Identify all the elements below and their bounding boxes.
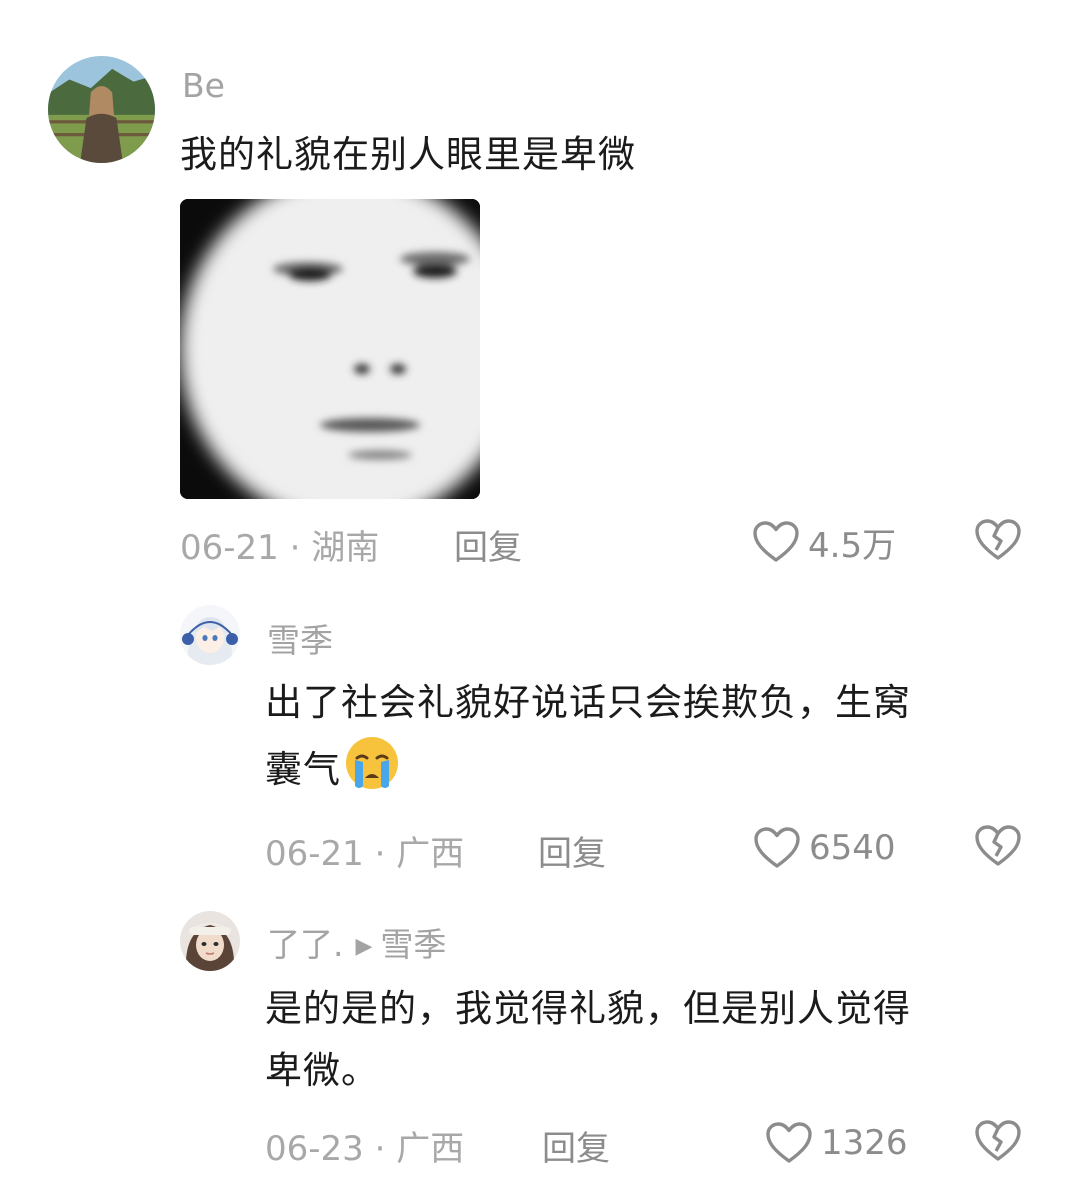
reply-to-username[interactable]: 雪季 [380, 925, 446, 964]
separator: · [278, 528, 312, 568]
dislike-button[interactable] [974, 1119, 1022, 1165]
comment-text-line: 是的是的，我觉得礼貌，但是别人觉得 [265, 987, 911, 1030]
separator: · [363, 834, 397, 874]
comment-text-line: 囊气 [265, 734, 911, 801]
like-button[interactable]: 6540 [753, 823, 896, 873]
comment-text-line: 卑微。 [265, 1049, 379, 1092]
avatar-photo [180, 911, 240, 971]
comment-date: 06-21 [265, 834, 364, 874]
broken-heart-icon [975, 1120, 1021, 1161]
like-count: 1326 [821, 1123, 908, 1163]
date-location: 06-21 · 湖南 [180, 520, 379, 569]
comment-text-line: 出了社会礼貌好说话只会挨欺负，生窝 [265, 681, 911, 724]
avatar[interactable] [180, 911, 240, 971]
comment-location: 广西 [396, 1129, 465, 1169]
date-location: 06-23 · 广西 [265, 1121, 464, 1170]
broken-heart-icon [975, 825, 1021, 866]
like-count: 4.5万 [808, 525, 897, 566]
like-button[interactable]: 1326 [765, 1118, 908, 1168]
crying-face-icon [346, 737, 398, 789]
username[interactable]: 了了. [267, 925, 344, 964]
heart-icon [766, 1122, 812, 1163]
crying-face-emoji [343, 734, 401, 792]
reply-to-arrow-icon: ▶ [355, 934, 373, 959]
username[interactable]: 雪季 [267, 614, 333, 662]
comment-text: 是的是的，我觉得礼貌，但是别人觉得 卑微。 [265, 978, 911, 1102]
username[interactable]: Be [182, 66, 225, 105]
username-line: 了了. ▶ 雪季 [267, 918, 446, 966]
comment-location: 湖南 [311, 528, 380, 568]
dislike-button[interactable] [974, 824, 1022, 870]
meme-sticker-image[interactable] [180, 199, 480, 499]
avatar[interactable] [48, 56, 155, 163]
blurred-face-image [180, 199, 480, 499]
comment-text: 我的礼貌在别人眼里是卑微 [180, 133, 636, 176]
avatar-anime-girl [180, 605, 240, 665]
reply-button[interactable]: 回复 [542, 1121, 610, 1170]
separator: · [363, 1129, 397, 1169]
comment-date: 06-21 [180, 528, 279, 568]
like-count: 6540 [809, 828, 896, 868]
avatar[interactable] [180, 605, 240, 665]
date-location: 06-21 · 广西 [265, 826, 464, 875]
comment-text: 出了社会礼貌好说话只会挨欺负，生窝 囊气 [265, 672, 911, 801]
broken-heart-icon [975, 519, 1021, 560]
comment-text-line-2: 囊气 [265, 748, 341, 791]
heart-icon [754, 827, 800, 868]
like-button[interactable]: 4.5万 [752, 517, 896, 567]
reply-button[interactable]: 回复 [454, 520, 522, 569]
comment-meta: 06-21 · 广西 回复 6540 [265, 823, 1040, 876]
comment-meta: 06-21 · 湖南 回复 4.5万 [180, 517, 1040, 570]
reply-button[interactable]: 回复 [538, 826, 606, 875]
comment-meta: 06-23 · 广西 回复 1326 [265, 1118, 1040, 1171]
heart-icon [753, 521, 799, 562]
comment-date: 06-23 [265, 1129, 364, 1169]
avatar-photo [48, 56, 155, 163]
comment-location: 广西 [396, 834, 465, 874]
dislike-button[interactable] [974, 518, 1022, 564]
